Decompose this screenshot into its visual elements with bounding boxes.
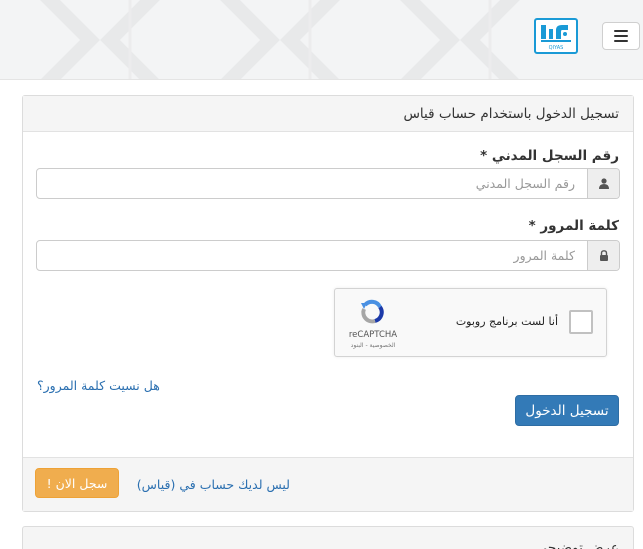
- login-button[interactable]: تسجيل الدخول: [515, 395, 619, 426]
- recaptcha-icon: [361, 299, 384, 324]
- register-button[interactable]: سجل الان !: [35, 468, 119, 498]
- password-label: كلمة المرور *: [528, 218, 619, 234]
- recaptcha-checkbox[interactable]: [569, 310, 593, 334]
- recaptcha-widget: أنا لست برنامج روبوت reCAPTCHA الخصوصية …: [334, 288, 607, 357]
- demo-panel: عرض توضيحي: [22, 526, 634, 549]
- qiyas-logo[interactable]: QIYAS: [534, 18, 578, 54]
- forgot-password-link[interactable]: هل نسيت كلمة المرور؟: [37, 378, 160, 393]
- login-panel-footer: ليس لديك حساب في (قياس) سجل الان !: [23, 457, 633, 511]
- user-icon: [587, 169, 619, 198]
- site-header: QIYAS: [0, 0, 643, 80]
- password-group: [36, 240, 620, 271]
- svg-text:QIYAS: QIYAS: [549, 45, 564, 51]
- recaptcha-label: أنا لست برنامج روبوت: [455, 315, 558, 328]
- no-account-text: ليس لديك حساب في (قياس): [136, 477, 290, 492]
- recaptcha-brand: reCAPTCHA: [348, 330, 398, 340]
- qiyas-logo-icon: QIYAS: [534, 18, 578, 54]
- lock-icon: [587, 241, 619, 270]
- login-panel-title: تسجيل الدخول باستخدام حساب قياس: [23, 96, 633, 132]
- civil-id-label: رقم السجل المدني *: [480, 148, 619, 164]
- login-panel: تسجيل الدخول باستخدام حساب قياس رقم السج…: [22, 95, 634, 512]
- demo-panel-title: عرض توضيحي: [536, 540, 619, 549]
- hamburger-icon: [614, 30, 628, 42]
- civil-id-input[interactable]: [37, 169, 587, 198]
- recaptcha-links[interactable]: الخصوصية - البنود: [343, 342, 403, 349]
- civil-id-group: [36, 168, 620, 199]
- password-input[interactable]: [37, 241, 587, 270]
- menu-toggle-button[interactable]: [602, 22, 640, 50]
